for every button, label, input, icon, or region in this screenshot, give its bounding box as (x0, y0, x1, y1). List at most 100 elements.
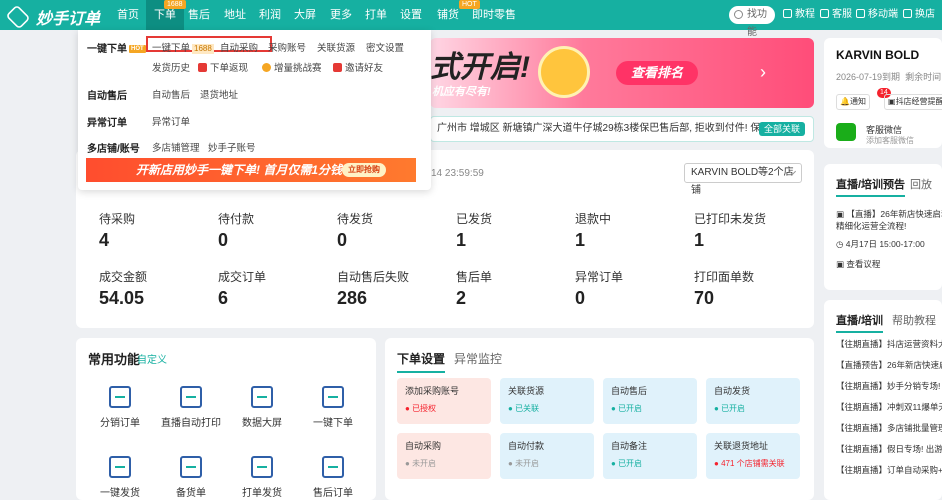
stat-value-pending-ship[interactable]: 0 (337, 230, 347, 251)
setting-tile[interactable]: 自动发货 ● 已开启 (706, 378, 800, 424)
store-select[interactable]: KARVIN BOLD等2个店铺 (684, 163, 802, 196)
tutorial-link[interactable]: 教程 (783, 0, 815, 30)
setting-tile[interactable]: 自动备注 ● 已开启 (603, 433, 697, 479)
training-item[interactable]: 【往期直播】妙手分销专场! (836, 380, 940, 392)
training-item[interactable]: 【往期直播】抖店运营资料大 (836, 338, 942, 350)
banner-next-icon[interactable]: › (760, 62, 766, 83)
stat-value-printed-unshipped[interactable]: 1 (694, 230, 704, 251)
menu-cashback[interactable]: 下单返现 (198, 60, 248, 74)
setting-tile[interactable]: 自动付款 ● 未开启 (500, 433, 594, 479)
func-stock-list[interactable]: 备货单 (159, 456, 223, 499)
nav-order[interactable]: 下单 1688 (146, 0, 186, 30)
banner-rank-button[interactable]: 查看排名 (616, 61, 698, 85)
menu-ship-history[interactable]: 发货历史 (152, 60, 190, 74)
menu-link-source[interactable]: 关联货源 (317, 40, 355, 54)
tab-help[interactable]: 帮助教程 (892, 312, 936, 328)
menu-challenge[interactable]: 增量挑战赛 (262, 60, 322, 74)
nav-retail[interactable]: 即时零售 (472, 0, 516, 30)
app-logo[interactable]: 妙手订单 (5, 4, 100, 30)
setting-tile[interactable]: 关联退货地址 ● 471 个店铺需关联 (706, 433, 800, 479)
tab-live-preview[interactable]: 直播/培训预告 (836, 176, 906, 197)
stat-value-pending-purchase[interactable]: 4 (99, 230, 109, 251)
stat-value-refunding[interactable]: 1 (575, 230, 585, 251)
service-link[interactable]: 客服 (820, 0, 852, 30)
switch-store-link[interactable]: 换店 (903, 0, 935, 30)
menu-cipher-settings[interactable]: 密文设置 (366, 40, 404, 54)
func-data-screen[interactable]: 数据大屏 (230, 386, 294, 429)
nav-profit[interactable]: 利润 (259, 0, 281, 30)
stat-label-shipped[interactable]: 已发货 (456, 210, 492, 227)
stat-value-aftersale-failed[interactable]: 286 (337, 288, 367, 309)
training-item[interactable]: 【往期直播】订单自动采购+ (836, 464, 942, 476)
stat-label-aftersale[interactable]: 售后单 (456, 268, 492, 285)
stat-label-printed-labels[interactable]: 打印面单数 (694, 268, 754, 285)
notice-button[interactable]: 🔔通知 14 (836, 88, 891, 110)
menu-auto-aftersale[interactable]: 自动售后 (152, 87, 190, 101)
nav-bigscreen[interactable]: 大屏 (294, 0, 316, 30)
nav-address[interactable]: 地址 (224, 0, 246, 30)
training-item[interactable]: 【往期直播】冲刺双11爆单无 (836, 401, 942, 413)
func-one-click-ship[interactable]: 一键发货 (88, 456, 152, 499)
setting-tile[interactable]: 关联货源 ● 已关联 (500, 378, 594, 424)
stat-value-shipped[interactable]: 1 (456, 230, 466, 251)
nav-settings[interactable]: 设置 (400, 0, 422, 30)
nav-aftersale[interactable]: 售后 (188, 0, 210, 30)
stat-label-pending-purchase[interactable]: 待采购 (99, 210, 135, 227)
menu-return-address[interactable]: 退货地址 (200, 87, 238, 101)
func-distribution-orders[interactable]: 分销订单 (88, 386, 152, 429)
setting-tile[interactable]: 自动采购 ● 未开启 (397, 433, 491, 479)
func-label: 一键发货 (100, 488, 140, 499)
feature-search[interactable]: 找功能 (729, 6, 775, 38)
stat-value-printed-labels[interactable]: 70 (694, 288, 714, 309)
stat-value-pending-pay[interactable]: 0 (218, 230, 228, 251)
customize-link[interactable]: 自定义 (137, 351, 167, 366)
menu-one-click-order[interactable]: 一键下单 1688 (152, 40, 214, 54)
stat-label-orders[interactable]: 成交订单 (218, 268, 266, 285)
nav-home[interactable]: 首页 (117, 0, 139, 30)
stat-label-revenue[interactable]: 成交金额 (99, 268, 147, 285)
stat-label-pending-ship[interactable]: 待发货 (337, 210, 373, 227)
stat-value-aftersale[interactable]: 2 (456, 288, 466, 309)
stat-label-printed-unshipped[interactable]: 已打印未发货 (694, 210, 766, 227)
training-item[interactable]: 【往期直播】多店铺批量管理 (836, 422, 942, 434)
live-agenda-link[interactable]: ▣ 查看议程 (836, 258, 880, 270)
live-title[interactable]: ▣ 【直播】26年新店快速启动, 精细化运营全流程! (836, 208, 942, 232)
tab-training[interactable]: 直播/培训 (836, 312, 884, 333)
dropdown-promo-banner[interactable]: 开新店用妙手一键下单! 首月仅需1分钱 立即抢购 (86, 158, 416, 182)
stat-value-orders[interactable]: 6 (218, 288, 228, 309)
stat-value-abnormal[interactable]: 0 (575, 288, 585, 309)
stat-label-abnormal[interactable]: 异常订单 (575, 268, 623, 285)
tab-order-settings[interactable]: 下单设置 (397, 350, 446, 373)
tab-replay[interactable]: 回放 (910, 176, 932, 192)
func-one-click-order[interactable]: 一键下单 (301, 386, 365, 429)
training-item[interactable]: 【往期直播】假日专场! 出游 (836, 443, 942, 455)
stat-value-revenue[interactable]: 54.05 (99, 288, 144, 309)
setting-tile-title: 自动发货 (714, 386, 751, 396)
setting-tile[interactable]: 添加采购账号 ● 已授权 (397, 378, 491, 424)
setting-tile-status: ● 已关联 (508, 403, 586, 414)
promo-banner[interactable]: 式开启! 机应有尽有! 查看排名 › (430, 38, 814, 108)
notice-link-button[interactable]: 全部关联 (758, 122, 805, 136)
menu-purchase-account[interactable]: 采购账号 (268, 40, 306, 54)
nav-more[interactable]: 更多 (330, 0, 352, 30)
menu-abnormal-orders[interactable]: 异常订单 (152, 114, 190, 128)
mobile-link[interactable]: 移动端 (856, 0, 898, 30)
nav-distribute[interactable]: 铺货 HOT (437, 0, 480, 30)
func-aftersale-orders[interactable]: 售后订单 (301, 456, 365, 499)
stat-label-pending-pay[interactable]: 待付款 (218, 210, 254, 227)
dropdown-promo-button[interactable]: 立即抢购 (342, 163, 386, 177)
func-live-print[interactable]: 直播自动打印 (159, 386, 223, 429)
stat-label-refunding[interactable]: 退款中 (575, 210, 611, 227)
tab-abnormal-monitor[interactable]: 异常监控 (454, 350, 502, 367)
func-print-ship[interactable]: 打单发货 (230, 456, 294, 499)
menu-sub-account[interactable]: 妙手子账号 (208, 140, 256, 154)
menu-cat-abnormal: 异常订单 (87, 118, 127, 129)
setting-tile[interactable]: 自动售后 ● 已开启 (603, 378, 697, 424)
training-item[interactable]: 【直播预告】26年新店快速启 (836, 359, 942, 371)
menu-auto-purchase[interactable]: 自动采购 (220, 40, 258, 54)
menu-invite[interactable]: 邀请好友 (333, 60, 383, 74)
nav-print[interactable]: 打单 (365, 0, 387, 30)
menu-multi-store[interactable]: 多店铺管理 (152, 140, 200, 154)
remind-button[interactable]: ▣抖店经营提醒 (884, 94, 942, 110)
stat-label-aftersale-failed[interactable]: 自动售后失败 (337, 268, 409, 285)
